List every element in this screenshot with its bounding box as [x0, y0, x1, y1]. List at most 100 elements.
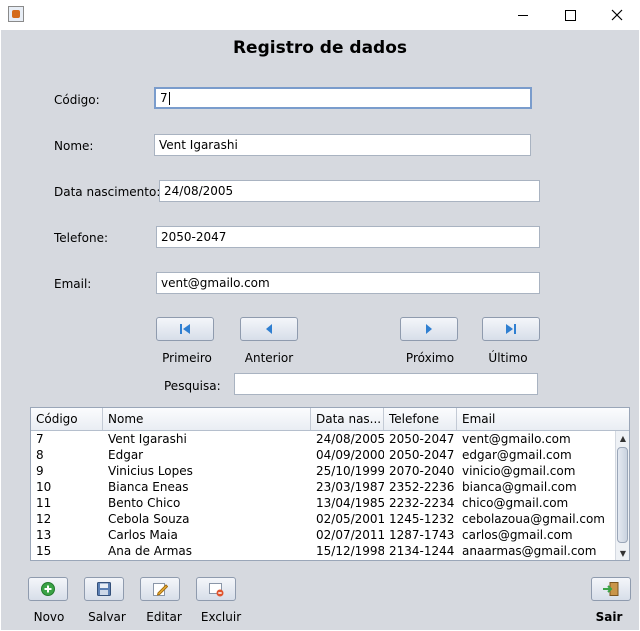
skip-first-icon: [180, 324, 190, 334]
email-label: Email:: [54, 277, 92, 291]
scroll-down-icon[interactable]: ▼: [616, 546, 629, 560]
last-record-label: Último: [488, 351, 528, 365]
java-cup-icon: [8, 6, 24, 22]
data-nascimento-field[interactable]: 24/08/2005: [159, 180, 540, 202]
cell-telefone[interactable]: 2134-1244: [384, 543, 457, 559]
next-record-button[interactable]: [400, 317, 458, 341]
search-input[interactable]: [234, 373, 538, 395]
cell-nome[interactable]: Cebola Souza: [103, 511, 311, 527]
cell-nome[interactable]: Bento Chico: [103, 495, 311, 511]
close-icon[interactable]: [594, 0, 640, 30]
cell-nome[interactable]: Ana de Armas: [103, 543, 311, 559]
previous-record-label: Anterior: [244, 351, 294, 365]
last-record-button[interactable]: [482, 317, 540, 341]
cell-codigo[interactable]: 8: [31, 447, 103, 463]
cell-data-nascimento[interactable]: 25/10/1999: [311, 463, 384, 479]
new-label: Novo: [33, 610, 65, 624]
cell-email[interactable]: anaarmas@gmail.com: [457, 543, 629, 559]
maximize-icon[interactable]: [547, 0, 593, 30]
cell-nome[interactable]: Edgar: [103, 447, 311, 463]
cell-email[interactable]: vinicio@gmail.com: [457, 463, 629, 479]
table-scrollbar[interactable]: ▲ ▼: [615, 431, 629, 560]
telefone-label: Telefone:: [54, 231, 108, 245]
previous-record-button[interactable]: [240, 317, 298, 341]
exit-button[interactable]: [591, 577, 631, 601]
minimize-icon[interactable]: [500, 0, 546, 30]
cell-codigo[interactable]: 12: [31, 511, 103, 527]
cell-data-nascimento[interactable]: 13/04/1985: [311, 495, 384, 511]
email-field[interactable]: vent@gmailo.com: [156, 272, 540, 294]
edit-icon: [153, 583, 168, 596]
table-row[interactable]: 13 Carlos Maia 02/07/2011 1287-1743 carlos@g…: [31, 527, 613, 543]
arrow-right-icon: [426, 324, 432, 334]
table-row[interactable]: 9 Vinicius Lopes 25/10/1999 2070-2040 vinici…: [31, 463, 613, 479]
edit-button[interactable]: [140, 577, 180, 601]
cell-codigo[interactable]: 7: [31, 431, 103, 447]
cell-codigo[interactable]: 15: [31, 543, 103, 559]
cell-email[interactable]: carlos@gmail.com: [457, 527, 629, 543]
cell-email[interactable]: chico@gmail.com: [457, 495, 629, 511]
cell-email[interactable]: cebolazoua@gmail.com: [457, 511, 629, 527]
nome-field[interactable]: Vent Igarashi: [154, 134, 531, 156]
cell-codigo[interactable]: 9: [31, 463, 103, 479]
title-bar: [0, 0, 640, 30]
table-row[interactable]: 8 Edgar 04/09/2000 2050-2047 edgar@gmail.com: [31, 447, 613, 463]
cell-data-nascimento[interactable]: 02/07/2011: [311, 527, 384, 543]
column-header-codigo[interactable]: Código: [31, 408, 103, 430]
table-body: 7 Vent Igarashi 24/08/2005 2050-2047 vent@gm…: [31, 431, 613, 559]
scroll-up-icon[interactable]: ▲: [616, 431, 629, 445]
table-row[interactable]: 11 Bento Chico 13/04/1985 2232-2234 chico@gm…: [31, 495, 613, 511]
cell-email[interactable]: edgar@gmail.com: [457, 447, 629, 463]
data-nascimento-label: Data nascimento:: [54, 185, 161, 199]
cell-email[interactable]: vent@gmailo.com: [457, 431, 629, 447]
cell-codigo[interactable]: 13: [31, 527, 103, 543]
text-caret: [168, 92, 170, 105]
records-table: Código Nome Data nas... Telefone Email 7…: [30, 407, 630, 561]
codigo-value: 7: [160, 91, 168, 105]
save-button[interactable]: [84, 577, 124, 601]
telefone-field[interactable]: 2050-2047: [156, 226, 540, 248]
cell-nome[interactable]: Vinicius Lopes: [103, 463, 311, 479]
cell-data-nascimento[interactable]: 15/12/1998: [311, 543, 384, 559]
cell-codigo[interactable]: 10: [31, 479, 103, 495]
cell-telefone[interactable]: 2050-2047: [384, 431, 457, 447]
column-header-data-nascimento[interactable]: Data nas...: [311, 408, 384, 430]
codigo-label: Código:: [54, 93, 100, 107]
cell-nome[interactable]: Carlos Maia: [103, 527, 311, 543]
cell-data-nascimento[interactable]: 02/05/2001: [311, 511, 384, 527]
table-row[interactable]: 7 Vent Igarashi 24/08/2005 2050-2047 vent@gm…: [31, 431, 613, 447]
table-row[interactable]: 12 Cebola Souza 02/05/2001 1245-1232 cebolaz…: [31, 511, 613, 527]
nome-label: Nome:: [54, 139, 94, 153]
column-header-email[interactable]: Email: [457, 408, 629, 430]
codigo-field[interactable]: 7: [154, 87, 532, 109]
cell-data-nascimento[interactable]: 23/03/1987: [311, 479, 384, 495]
first-record-label: Primeiro: [162, 351, 212, 365]
exit-door-icon: [603, 582, 619, 596]
page-title: Registro de dados: [232, 38, 408, 58]
cell-telefone[interactable]: 2232-2234: [384, 495, 457, 511]
table-header: Código Nome Data nas... Telefone Email: [31, 408, 629, 431]
cell-nome[interactable]: Vent Igarashi: [103, 431, 311, 447]
cell-email[interactable]: bianca@gmail.com: [457, 479, 629, 495]
cell-telefone[interactable]: 2070-2040: [384, 463, 457, 479]
cell-data-nascimento[interactable]: 04/09/2000: [311, 447, 384, 463]
table-row[interactable]: 10 Bianca Eneas 23/03/1987 2352-2236 bianca@…: [31, 479, 613, 495]
cell-codigo[interactable]: 11: [31, 495, 103, 511]
cell-nome[interactable]: Bianca Eneas: [103, 479, 311, 495]
cell-data-nascimento[interactable]: 24/08/2005: [311, 431, 384, 447]
new-button[interactable]: [28, 577, 68, 601]
cell-telefone[interactable]: 1287-1743: [384, 527, 457, 543]
add-icon: [41, 582, 55, 596]
cell-telefone[interactable]: 2352-2236: [384, 479, 457, 495]
cell-telefone[interactable]: 2050-2047: [384, 447, 457, 463]
delete-button[interactable]: [196, 577, 236, 601]
column-header-telefone[interactable]: Telefone: [384, 408, 457, 430]
column-header-nome[interactable]: Nome: [103, 408, 311, 430]
cell-telefone[interactable]: 1245-1232: [384, 511, 457, 527]
table-row[interactable]: 15 Ana de Armas 15/12/1998 2134-1244 anaarma…: [31, 543, 613, 559]
save-label: Salvar: [88, 610, 126, 624]
next-record-label: Próximo: [405, 351, 455, 365]
first-record-button[interactable]: [156, 317, 214, 341]
scrollbar-thumb[interactable]: [617, 447, 628, 543]
form-panel: Registro de dados Código: 7 Nome: Vent I…: [1, 30, 639, 630]
